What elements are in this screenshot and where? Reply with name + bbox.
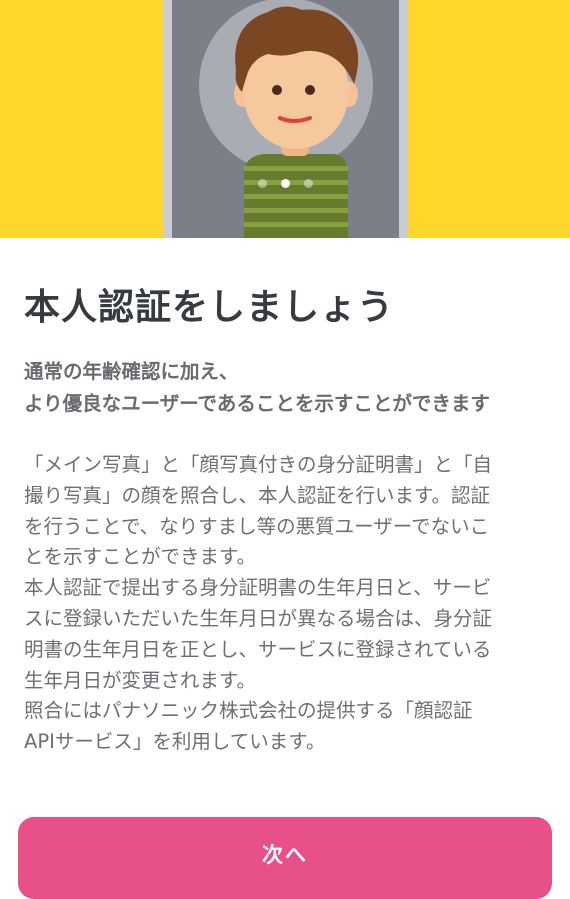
- description-line: とを示すことができます。: [24, 545, 257, 569]
- carousel-dot[interactable]: [258, 179, 267, 188]
- description-line: APIサービス」を利用しています。: [24, 730, 326, 754]
- description-line: 撮り写真」の顔を照合し、本人認証を行います。認証: [24, 483, 491, 507]
- description-line: 本人認証で提出する身分証明書の生年月日と、サービ: [24, 576, 492, 600]
- lead-line: より優良なユーザーであることを示すことができます: [24, 392, 490, 415]
- next-button[interactable]: 次へ: [18, 817, 552, 899]
- lead-line: 通常の年齢確認に加え、: [24, 360, 239, 383]
- phone-screen: [172, 0, 399, 238]
- description-line: スに登録いただいた生年月日が異なる場合は、身分証: [24, 606, 493, 630]
- description-line: 「メイン写真」と「顔写真付きの身分証明書」と「自: [24, 453, 493, 476]
- carousel-dot-active[interactable]: [281, 179, 290, 188]
- carousel-dots[interactable]: [172, 179, 399, 188]
- page-title: 本人認証をしましょう: [24, 287, 395, 328]
- lead-text: 通常の年齢確認に加え、 より優良なユーザーであることを示すことができます: [24, 356, 554, 420]
- description-line: 照合にはパナソニック株式会社の提供する「顔認証: [24, 699, 473, 723]
- person-avatar-icon: [234, 6, 359, 238]
- hero-banner: [0, 0, 570, 238]
- description-text: 「メイン写真」と「顔写真付きの身分証明書」と「自 撮り写真」の顔を照合し、本人認…: [24, 450, 554, 758]
- description-line: を行うことで、なりすまし等の悪質ユーザーでないこ: [24, 514, 490, 538]
- description-line: 明書の生年月日を正とし、サービスに登録されている: [24, 637, 492, 661]
- phone-illustration: [163, 0, 408, 238]
- carousel-dot[interactable]: [304, 179, 313, 188]
- description-line: 生年月日が変更されます。: [24, 668, 257, 692]
